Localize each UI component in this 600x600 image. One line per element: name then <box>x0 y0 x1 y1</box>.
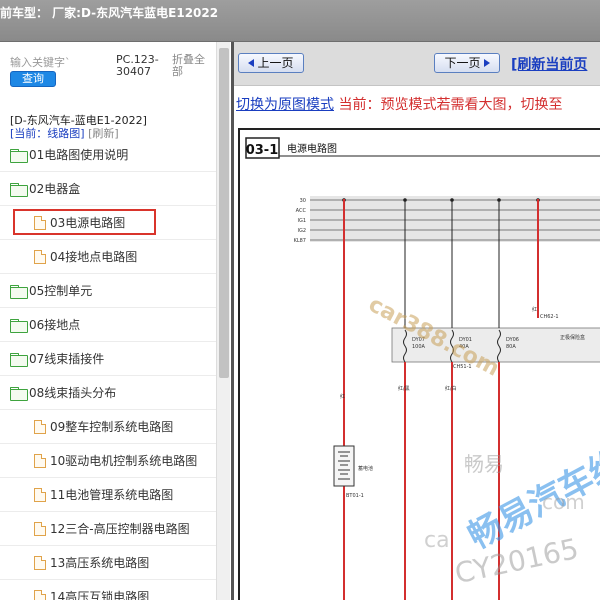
tree-item[interactable]: 03电源电路图 <box>0 206 216 240</box>
tree-item-label: 06接地点 <box>29 318 81 332</box>
battery-label: 蓄电池 <box>358 465 373 472</box>
tree-item-label: 13高压系统电路图 <box>50 556 150 570</box>
prev-page-button[interactable]: 上一页 <box>238 53 304 73</box>
mode-current-label: 当前：预览模式 <box>338 97 437 113</box>
fuse-box-label: 正极保险盒 <box>560 334 585 341</box>
tree-item[interactable]: 08线束插头分布 <box>0 376 216 410</box>
wire-label-fuse2: 红/白 <box>445 385 457 392</box>
window-title: 前车型： 厂家:D-东风汽车蓝电E12022 <box>0 6 219 20</box>
tree-item-label: 11电池管理系统电路图 <box>50 488 174 502</box>
tree-item-label: 12三合-高压控制器电路图 <box>50 522 190 536</box>
tree-item[interactable]: 13高压系统电路图 <box>0 546 216 580</box>
watermark-ca: ca <box>424 528 450 553</box>
document-icon <box>34 521 46 536</box>
document-icon <box>34 555 46 570</box>
arrow-left-icon <box>248 59 255 67</box>
document-icon <box>34 249 46 264</box>
connector-bt01: BT01-1 <box>346 493 364 499</box>
tree-item[interactable]: 14高压互锁电路图 <box>0 580 216 600</box>
search-box: 查询 <box>10 54 110 87</box>
breadcrumb: [D-东风汽车-蓝电E1-2022] [当前：线路图] [刷新] <box>10 114 215 140</box>
wiring-diagram: 03-1 电源电路图 30 ACC IG1 IG2 KL87 DY07 100A DY01 4… <box>238 128 600 600</box>
collapse-all-button[interactable]: 折叠全部 <box>172 54 212 78</box>
prev-page-label: 上一页 <box>257 56 294 70</box>
document-icon <box>34 487 46 502</box>
tree-item-label: 14高压互锁电路图 <box>50 590 150 600</box>
tree-item[interactable]: 12三合-高压控制器电路图 <box>0 512 216 546</box>
connector-ch62: CH62-1 <box>540 314 559 320</box>
tree-item[interactable]: 05控制单元 <box>0 274 216 308</box>
bus-label: IG1 <box>297 218 306 224</box>
fuse-name: DY06 <box>506 337 519 343</box>
refresh-page-link[interactable]: [刷新当前页 <box>511 54 587 74</box>
folder-icon <box>10 148 28 163</box>
tree-item[interactable]: 10驱动电机控制系统电路图 <box>0 444 216 478</box>
tree-item[interactable]: 11电池管理系统电路图 <box>0 478 216 512</box>
wire-label-ch62: 红 <box>532 306 537 313</box>
tree-item-label: 07线束插接件 <box>29 352 105 366</box>
tree-item-label: 05控制单元 <box>29 284 93 298</box>
sidebar: 查询 PC.123-30407 折叠全部 [D-东风汽车-蓝电E1-2022] … <box>0 42 230 600</box>
tree-item[interactable]: 09整车控制系统电路图 <box>0 410 216 444</box>
viewer-toolbar: 上一页 下一页 [刷新当前页 <box>234 42 600 86</box>
breadcrumb-vehicle: [D-东风汽车-蓝电E1-2022] <box>10 114 147 127</box>
mode-hint: 若需看大图，切换至 <box>436 97 563 113</box>
tree-item-label: 04接地点电路图 <box>50 250 138 264</box>
tree-item[interactable]: 04接地点电路图 <box>0 240 216 274</box>
bus-label: ACC <box>296 208 307 214</box>
document-icon <box>34 589 46 600</box>
watermark-changyi: 畅易 <box>464 452 504 476</box>
folder-icon <box>10 284 28 299</box>
section-title: 电源电路图 <box>287 142 337 155</box>
switch-original-mode-link[interactable]: 切换为原图模式 <box>236 97 334 113</box>
pc-code: PC.123-30407 <box>116 53 159 78</box>
document-icon <box>34 419 46 434</box>
bus-label: IG2 <box>297 228 306 234</box>
fuse-rating: 80A <box>506 344 516 350</box>
tree-item[interactable]: 07线束插接件 <box>0 342 216 376</box>
title-bar: 前车型： 厂家:D-东风汽车蓝电E12022 <box>0 0 600 42</box>
bus-label: KL87 <box>294 238 306 244</box>
sidebar-scrollbar[interactable] <box>216 42 230 600</box>
scrollbar-thumb[interactable] <box>219 48 229 378</box>
chapter-tree: 01电路图使用说明 02电器盒 03电源电路图 04接地点电路图 05控制单元 06接地点… <box>0 138 216 600</box>
wire-label-battery: 红 <box>340 393 345 400</box>
document-icon <box>34 453 46 468</box>
folder-icon <box>10 352 28 367</box>
section-number: 03-1 <box>246 143 279 158</box>
bus-label: 30 <box>300 198 306 204</box>
search-input[interactable] <box>10 54 106 70</box>
tree-item-label: 08线束插头分布 <box>29 386 117 400</box>
tree-item-label: 09整车控制系统电路图 <box>50 420 174 434</box>
next-page-button[interactable]: 下一页 <box>434 53 500 73</box>
tree-item[interactable]: 02电器盒 <box>0 172 216 206</box>
folder-icon <box>10 182 28 197</box>
next-page-label: 下一页 <box>444 56 481 70</box>
mode-bar: 切换为原图模式 当前：预览模式若需看大图，切换至 <box>236 94 600 114</box>
viewer-panel: 上一页 下一页 [刷新当前页 切换为原图模式 当前：预览模式若需看大图，切换至 … <box>231 42 600 600</box>
tree-item-label: 01电路图使用说明 <box>29 148 129 162</box>
search-button[interactable]: 查询 <box>10 71 56 87</box>
folder-icon <box>10 386 28 401</box>
tree-item-label: 02电器盒 <box>29 182 81 196</box>
wiring-diagram-svg: 03-1 电源电路图 30ACCIG1IG2KL87 DY07100ADY014… <box>245 137 600 600</box>
selection-highlight <box>13 209 156 235</box>
arrow-right-icon <box>483 59 490 67</box>
wire-label-fuse1: 红/黑 <box>398 385 410 392</box>
watermark-com: com <box>542 490 585 514</box>
power-bus-block <box>310 196 600 242</box>
tree-item[interactable]: 06接地点 <box>0 308 216 342</box>
tree-item[interactable]: 01电路图使用说明 <box>0 138 216 172</box>
folder-icon <box>10 318 28 333</box>
tree-item-label: 10驱动电机控制系统电路图 <box>50 454 198 468</box>
